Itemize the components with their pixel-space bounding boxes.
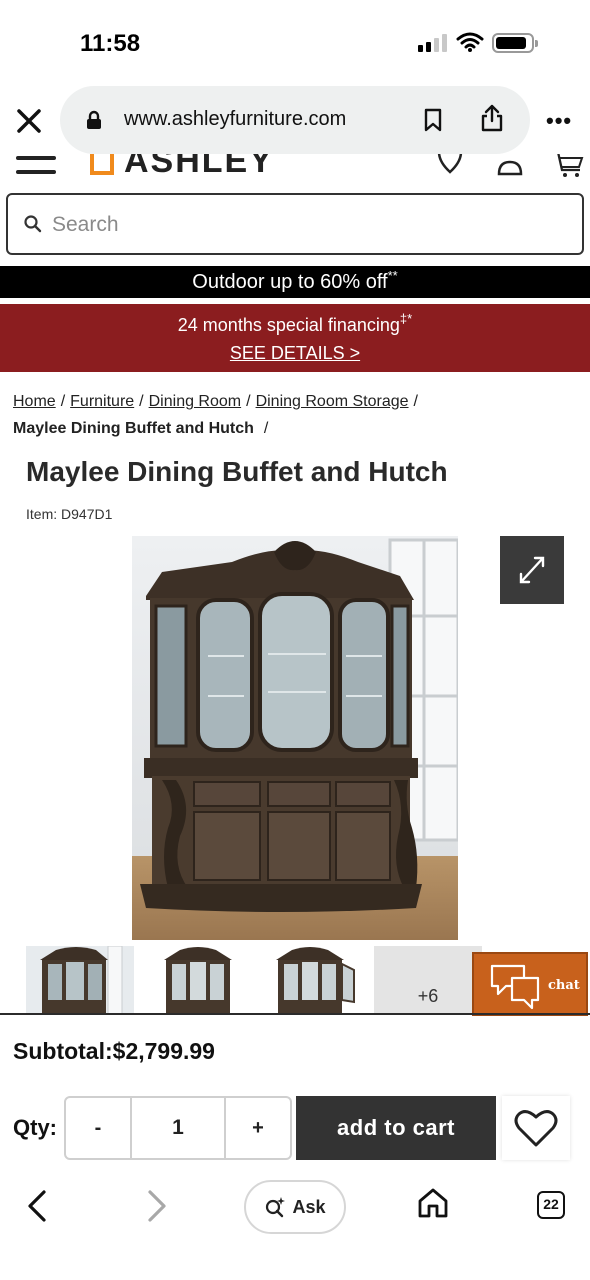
financing-promo-banner: 24 months special financing‡* SEE DETAIL… bbox=[0, 304, 590, 372]
thumbnail-2[interactable] bbox=[142, 946, 250, 1014]
increase-qty-button[interactable]: + bbox=[226, 1098, 290, 1158]
sparkle-search-icon bbox=[266, 1197, 286, 1218]
add-to-cart-button[interactable]: add to cart bbox=[296, 1096, 496, 1160]
browser-toolbar: www.ashleyfurniture.com ••• bbox=[0, 86, 590, 154]
ask-label: Ask bbox=[292, 1196, 326, 1217]
breadcrumb-dining-room[interactable]: Dining Room bbox=[149, 393, 241, 410]
breadcrumb-home[interactable]: Home bbox=[13, 393, 56, 410]
browser-bottom-bar: Ask 22 bbox=[0, 1168, 590, 1280]
expand-image-button[interactable] bbox=[500, 536, 564, 604]
sticky-footer-divider bbox=[0, 1013, 590, 1015]
qty-value[interactable]: 1 bbox=[132, 1098, 226, 1158]
quantity-stepper: - 1 + bbox=[64, 1096, 292, 1160]
cart-icon[interactable] bbox=[552, 154, 584, 178]
item-number: Item: D947D1 bbox=[26, 506, 113, 522]
wifi-icon bbox=[456, 32, 484, 52]
back-arrow-icon[interactable] bbox=[24, 1188, 52, 1224]
heart-icon bbox=[514, 1110, 558, 1147]
forward-arrow-icon[interactable] bbox=[142, 1188, 170, 1224]
breadcrumb-furniture[interactable]: Furniture bbox=[70, 393, 134, 410]
search-icon bbox=[24, 215, 42, 233]
home-icon[interactable] bbox=[416, 1186, 450, 1220]
product-title: Maylee Dining Buffet and Hutch bbox=[26, 456, 448, 487]
site-header: ASHLEY bbox=[0, 154, 590, 184]
more-icon[interactable]: ••• bbox=[546, 108, 572, 134]
search-box[interactable] bbox=[6, 193, 584, 255]
breadcrumb-current: Maylee Dining Buffet and Hutch bbox=[13, 420, 254, 437]
close-icon[interactable] bbox=[14, 106, 44, 136]
more-images-thumbnail[interactable]: +6 bbox=[374, 946, 482, 1014]
breadcrumb: Home / Furniture / Dining Room / Dining Room S… bbox=[13, 393, 418, 437]
chat-button[interactable]: chat bbox=[472, 952, 588, 1016]
thumbnail-3[interactable] bbox=[258, 946, 366, 1014]
chat-label: chat bbox=[548, 978, 580, 993]
breadcrumb-dining-room-storage[interactable]: Dining Room Storage bbox=[256, 393, 409, 410]
status-time: 11:58 bbox=[80, 30, 141, 57]
account-icon[interactable] bbox=[496, 154, 524, 176]
thumbnail-1[interactable] bbox=[26, 946, 134, 1014]
signal-icon bbox=[418, 34, 447, 52]
hamburger-menu-icon[interactable] bbox=[16, 156, 56, 184]
outdoor-promo-banner[interactable]: Outdoor up to 60% off** bbox=[0, 266, 590, 298]
wishlist-button[interactable] bbox=[502, 1096, 570, 1160]
bookmark-icon[interactable] bbox=[424, 108, 442, 132]
thumbnail-strip: +6 bbox=[26, 946, 486, 1014]
qty-label: Qty: bbox=[13, 1115, 57, 1140]
status-bar: 11:58 bbox=[0, 0, 590, 86]
lock-icon bbox=[87, 110, 101, 129]
purchase-row: Qty: - 1 + add to cart bbox=[0, 1096, 590, 1160]
see-details-link[interactable]: SEE DETAILS > bbox=[230, 343, 360, 364]
search-input[interactable] bbox=[52, 209, 552, 241]
decrease-qty-button[interactable]: - bbox=[66, 1098, 132, 1158]
url-text: www.ashleyfurniture.com bbox=[124, 108, 347, 130]
product-main-image[interactable] bbox=[132, 536, 458, 940]
expand-icon bbox=[519, 556, 545, 584]
ask-button[interactable]: Ask bbox=[244, 1180, 346, 1234]
share-icon[interactable] bbox=[480, 104, 504, 132]
ashley-logo[interactable]: ASHLEY bbox=[90, 154, 274, 181]
location-pin-icon[interactable] bbox=[436, 154, 464, 176]
tab-count-button[interactable]: 22 bbox=[537, 1191, 565, 1219]
subtotal: Subtotal:$2,799.99 bbox=[13, 1038, 215, 1064]
address-bar[interactable]: www.ashleyfurniture.com bbox=[60, 86, 530, 154]
battery-icon bbox=[492, 33, 538, 53]
